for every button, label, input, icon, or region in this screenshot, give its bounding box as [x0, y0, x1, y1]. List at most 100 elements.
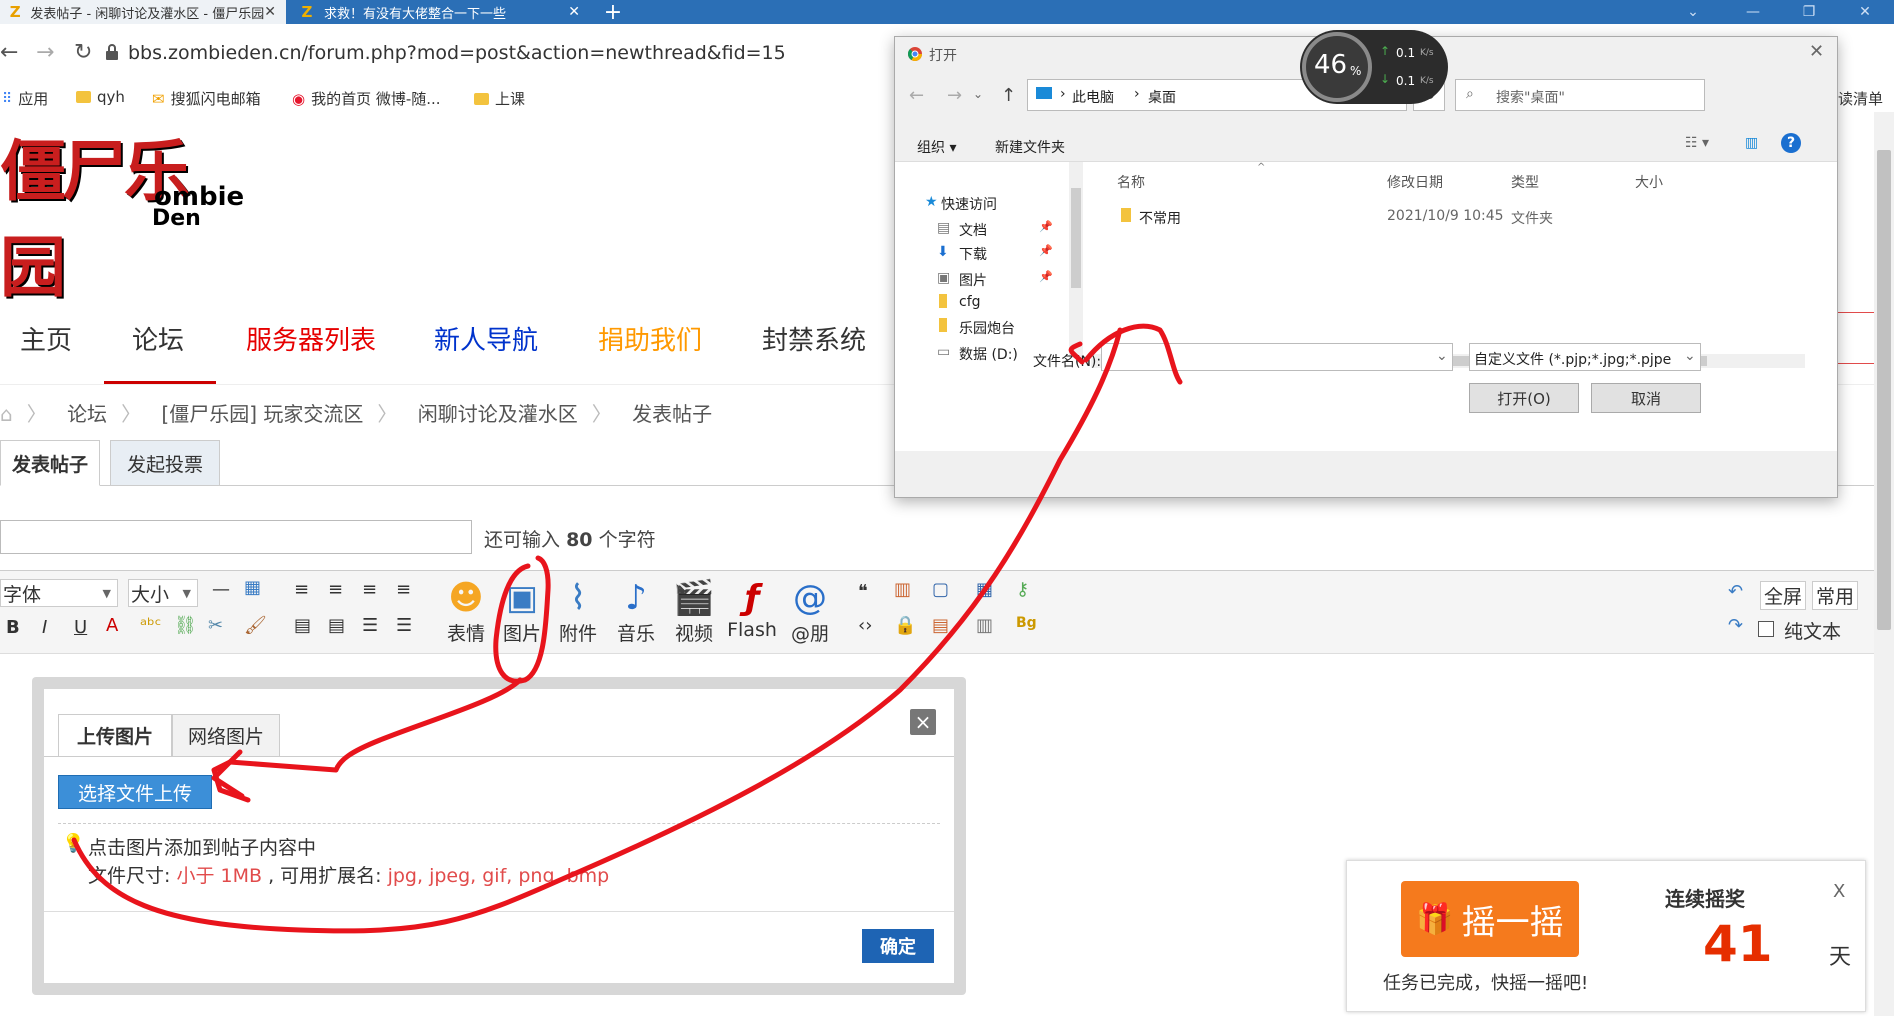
tab-new-post[interactable]: 发表帖子: [0, 440, 100, 486]
emoji-tool[interactable]: ☻ 表情: [440, 577, 492, 646]
column-name[interactable]: 名称: [1117, 172, 1145, 192]
spellcheck-icon[interactable]: ᵃᵇᶜ: [140, 615, 161, 636]
url-text[interactable]: bbs.zombieden.cn/forum.php?mod=post&acti…: [128, 42, 786, 64]
unordered-list-icon[interactable]: ☰: [396, 615, 412, 636]
tree-item[interactable]: 数据 (D:): [959, 344, 1018, 364]
search-box-edge[interactable]: [1834, 312, 1876, 364]
network-monitor[interactable]: 46 % ↑ 0.1 K/s ↓ 0.1 K/s: [1300, 30, 1448, 104]
undo-icon[interactable]: ↶: [1728, 581, 1743, 602]
clear-format-icon[interactable]: 🖌: [244, 615, 267, 636]
tree-quick-access[interactable]: 快速访问: [941, 194, 997, 214]
tab-upload-image[interactable]: 上传图片: [58, 714, 172, 756]
home-icon[interactable]: ⌂: [0, 402, 13, 426]
align-justify-icon[interactable]: ≡: [396, 579, 411, 600]
float-right-icon[interactable]: ▤: [328, 615, 345, 636]
close-icon[interactable]: ✕: [1809, 41, 1824, 62]
tree-item[interactable]: 下载: [959, 244, 987, 264]
shake-button[interactable]: 🎁 摇一摇: [1401, 881, 1579, 957]
nav-forum[interactable]: 论坛: [132, 320, 184, 357]
align-left-icon[interactable]: ≡: [294, 579, 309, 600]
font-color-icon[interactable]: A: [106, 615, 118, 636]
tree-scroll-thumb[interactable]: [1071, 188, 1081, 288]
tab-close-icon[interactable]: ✕: [264, 4, 276, 20]
align-center-icon[interactable]: ≡: [328, 579, 343, 600]
bookmark-weibo[interactable]: ◉ 我的首页 微博-随...: [292, 88, 441, 109]
hide-icon[interactable]: 🔒: [894, 615, 916, 636]
layout-icon[interactable]: ▥: [976, 615, 993, 636]
tree-item[interactable]: 乐园炮台: [959, 318, 1015, 338]
ordered-list-icon[interactable]: ☰: [362, 615, 378, 636]
common-button[interactable]: 常用: [1812, 581, 1859, 610]
float-left-icon[interactable]: ▤: [294, 615, 311, 636]
maximize-button[interactable]: ❐: [1786, 0, 1832, 24]
key-icon[interactable]: ⚷: [1016, 579, 1029, 600]
plaintext-checkbox[interactable]: [1758, 621, 1774, 637]
background-icon[interactable]: Bg: [1016, 615, 1037, 631]
preview-pane-icon[interactable]: ▥: [1745, 135, 1758, 151]
new-tab-button[interactable]: +: [598, 0, 628, 24]
tree-item[interactable]: 文档: [959, 220, 987, 240]
filename-input[interactable]: ⌄: [1101, 343, 1453, 371]
tab-search-icon[interactable]: ⌄: [1670, 0, 1716, 24]
cancel-button[interactable]: 取消: [1591, 383, 1701, 413]
view-options-icon[interactable]: ☷ ▾: [1685, 135, 1709, 151]
flash-tool[interactable]: ƒ Flash: [726, 577, 778, 641]
size-select[interactable]: 大小 ▼: [128, 579, 198, 607]
free-icon[interactable]: ▥: [894, 579, 911, 600]
nav-ban-system[interactable]: 封禁系统: [762, 320, 866, 357]
column-type[interactable]: 类型: [1511, 172, 1539, 192]
column-date[interactable]: 修改日期: [1387, 172, 1443, 192]
help-icon[interactable]: ?: [1781, 133, 1801, 153]
forward-icon[interactable]: →: [36, 40, 54, 65]
confirm-button[interactable]: 确定: [862, 929, 934, 963]
close-icon[interactable]: X: [1833, 881, 1845, 902]
index-icon[interactable]: ▢: [932, 579, 949, 600]
reload-icon[interactable]: ↻: [74, 40, 92, 65]
tree-item[interactable]: cfg: [959, 294, 981, 310]
bold-icon[interactable]: B: [6, 617, 20, 638]
code-icon[interactable]: ‹›: [858, 615, 872, 636]
pagebreak-icon[interactable]: ▤: [932, 615, 949, 636]
breadcrumb-item[interactable]: 闲聊讨论及灌水区: [418, 402, 578, 426]
underline-icon[interactable]: U: [74, 617, 87, 638]
tab-web-image[interactable]: 网络图片: [172, 714, 280, 756]
forward-icon[interactable]: →: [947, 85, 962, 106]
up-icon[interactable]: ↑: [1001, 85, 1016, 106]
image-tool[interactable]: ▣ 图片: [496, 577, 548, 646]
filetype-select[interactable]: 自定义文件 (*.pjp;*.jpg;*.pjpe ⌄: [1469, 343, 1701, 371]
new-folder-button[interactable]: 新建文件夹: [995, 137, 1065, 157]
back-icon[interactable]: ←: [0, 40, 18, 65]
quote-icon[interactable]: ❝: [858, 581, 868, 602]
organize-menu[interactable]: 组织 ▾: [917, 137, 956, 157]
site-logo[interactable]: 僵尸乐园 ombie Den: [0, 118, 244, 306]
link-icon[interactable]: ⛓: [174, 615, 197, 636]
bookmark-sohu[interactable]: ✉ 搜狐闪电邮箱: [152, 88, 261, 109]
unlink-icon[interactable]: ✂: [208, 615, 223, 636]
chevron-down-icon[interactable]: ⌄: [1436, 348, 1448, 364]
bookmark-class[interactable]: 上课: [474, 88, 525, 109]
nav-servers[interactable]: 服务器列表: [246, 320, 376, 357]
column-size[interactable]: 大小: [1635, 172, 1663, 192]
music-tool[interactable]: ♪ 音乐: [610, 577, 662, 646]
nav-guide[interactable]: 新人导航: [434, 320, 538, 357]
align-right-icon[interactable]: ≡: [362, 579, 377, 600]
tab-close-icon[interactable]: ✕: [568, 4, 580, 20]
open-button[interactable]: 打开(O): [1469, 383, 1579, 413]
video-tool[interactable]: 🎬 视频: [668, 577, 720, 646]
bookmark-reading-list[interactable]: 读清单: [1838, 88, 1883, 109]
chevron-down-icon[interactable]: ⌄: [973, 87, 983, 101]
browser-tab-active[interactable]: Z 发表帖子 - 闲聊讨论及灌水区 - 僵尸乐园 ✕: [0, 0, 286, 24]
page-scroll-thumb[interactable]: [1877, 150, 1891, 630]
breadcrumb-item[interactable]: [僵尸乐园] 玩家交流区: [161, 402, 363, 426]
back-icon[interactable]: ←: [909, 85, 924, 106]
subject-input[interactable]: [0, 520, 472, 554]
mention-tool[interactable]: @ @朋: [784, 577, 836, 646]
file-row[interactable]: 不常用 2021/10/9 10:45 文件夹: [1105, 204, 1715, 228]
bookmark-apps[interactable]: ⠿ 应用: [2, 88, 48, 109]
path-item[interactable]: 桌面: [1148, 87, 1176, 107]
choose-file-button[interactable]: 选择文件上传: [58, 775, 212, 809]
bookmark-qyh[interactable]: qyh: [76, 88, 125, 106]
italic-icon[interactable]: I: [42, 617, 47, 638]
path-item[interactable]: 此电脑: [1072, 87, 1114, 107]
breadcrumb-item[interactable]: 论坛: [67, 402, 107, 426]
